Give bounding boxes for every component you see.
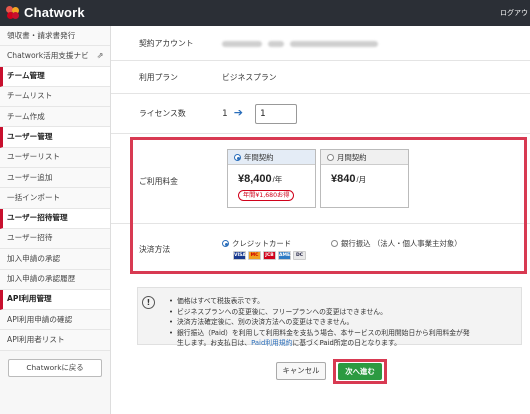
- back-to-chatwork-button[interactable]: Chatworkに戻る: [8, 359, 102, 377]
- sidebar-item-user-invite[interactable]: ユーザー招待: [0, 228, 110, 250]
- notice-text: 生します。お支払日は、: [177, 339, 252, 348]
- sidebar-item-label: チーム作成: [7, 111, 45, 121]
- sidebar-header-label: チーム管理: [7, 71, 45, 81]
- notice-list: 価格はすべて税抜表示です。 ビジネスプランへの変更後に、フリープランへの変更はで…: [169, 296, 470, 349]
- sidebar-item-team-create[interactable]: チーム作成: [0, 107, 110, 128]
- sidebar-item-join-history[interactable]: 加入申請の承認履歴: [0, 269, 110, 290]
- sidebar-item-user-add[interactable]: ユーザー追加: [0, 168, 110, 189]
- plan-label: 利用プラン: [139, 73, 178, 82]
- notice-text: に基づくPaid所定の日となります。: [292, 339, 401, 348]
- logout-link[interactable]: ログアウ: [500, 8, 528, 18]
- logo-text: Chatwork: [24, 5, 85, 20]
- fee-payment-highlight: [130, 137, 527, 274]
- top-bar: Chatwork ログアウ: [0, 0, 530, 26]
- sidebar-item-label: API利用申請の確認: [7, 314, 73, 324]
- sidebar-item-receipt[interactable]: 領収書・請求書発行: [0, 26, 110, 47]
- sidebar-item-bulk-import[interactable]: 一括インポート: [0, 188, 110, 209]
- sidebar-header-label: API利用管理: [7, 294, 52, 304]
- notice-line-continued: 生します。お支払日は、Paid利用規約に基づくPaid所定の日となります。: [169, 338, 470, 349]
- cancel-button[interactable]: キャンセル: [276, 362, 326, 380]
- sidebar-header-label: ユーザー管理: [7, 131, 53, 141]
- account-label: 契約アカウント: [139, 39, 194, 48]
- sidebar-item-label: API利用者リスト: [7, 334, 65, 344]
- sidebar-header-invite: ユーザー招待管理: [0, 208, 110, 229]
- sidebar-header-label: ユーザー招待管理: [7, 213, 68, 223]
- paid-terms-link[interactable]: Paid利用規約: [251, 339, 292, 347]
- sidebar-item-join-approve[interactable]: 加入申請の承認: [0, 249, 110, 270]
- account-row: 契約アカウント: [111, 26, 530, 61]
- sidebar-item-api-requests[interactable]: API利用申請の確認: [0, 310, 110, 331]
- sidebar-item-user-list[interactable]: ユーザーリスト: [0, 147, 110, 169]
- account-value-blurred: [222, 39, 384, 48]
- notice-line: 決済方法確定後に、別の決済方法への変更はできません。: [169, 317, 470, 328]
- notice-line: 銀行振込（Paid）を利用して利用料金を支払う場合、本サービスの利用開始日から利…: [169, 328, 470, 339]
- license-label: ライセンス数: [139, 109, 186, 118]
- sidebar-header-user: ユーザー管理: [0, 127, 110, 148]
- sidebar-item-label: ユーザー招待: [7, 233, 53, 243]
- chatwork-logo-icon: [6, 5, 20, 20]
- notice-box: ! 価格はすべて税抜表示です。 ビジネスプランへの変更後に、フリープランへの変更…: [137, 287, 522, 347]
- sidebar-item-label: 加入申請の承認履歴: [7, 274, 76, 284]
- notice-line: 価格はすべて税抜表示です。: [169, 296, 470, 307]
- sidebar-item-api-users[interactable]: API利用者リスト: [0, 330, 110, 351]
- license-row: ライセンス数 1 ➔ 1: [111, 94, 530, 134]
- sidebar-item-support-navi[interactable]: Chatwork活用支援ナビ ⇗: [0, 46, 110, 67]
- sidebar: 領収書・請求書発行 Chatwork活用支援ナビ ⇗ チーム管理 チームリスト チ…: [0, 26, 111, 414]
- sidebar-item-label: ユーザー追加: [7, 172, 53, 182]
- chatwork-logo[interactable]: Chatwork: [6, 5, 85, 20]
- sidebar-item-label: 一括インポート: [7, 192, 61, 202]
- arrow-right-icon: ➔: [233, 106, 243, 119]
- plan-value: ビジネスプラン: [222, 73, 277, 82]
- sidebar-item-label: チームリスト: [7, 91, 53, 101]
- sidebar-header-team: チーム管理: [0, 66, 110, 87]
- sidebar-item-label: ユーザーリスト: [7, 152, 61, 162]
- sidebar-header-api: API利用管理: [0, 289, 110, 311]
- sidebar-item-label: 加入申請の承認: [7, 253, 61, 263]
- sidebar-item-team-list[interactable]: チームリスト: [0, 86, 110, 108]
- external-link-icon: ⇗: [96, 50, 104, 60]
- sidebar-item-label: 領収書・請求書発行: [7, 30, 76, 40]
- next-button-highlight: 次へ進む: [333, 359, 387, 384]
- license-current-value: 1: [222, 109, 228, 119]
- license-count-input[interactable]: 1: [255, 104, 297, 124]
- next-button[interactable]: 次へ進む: [338, 363, 382, 380]
- license-current: 1 ➔: [222, 106, 249, 119]
- sidebar-item-label: Chatwork活用支援ナビ: [7, 50, 89, 60]
- plan-row: 利用プラン ビジネスプラン: [111, 61, 530, 94]
- notice-line: ビジネスプランへの変更後に、フリープランへの変更はできません。: [169, 307, 470, 318]
- info-exclamation-icon: !: [142, 296, 155, 309]
